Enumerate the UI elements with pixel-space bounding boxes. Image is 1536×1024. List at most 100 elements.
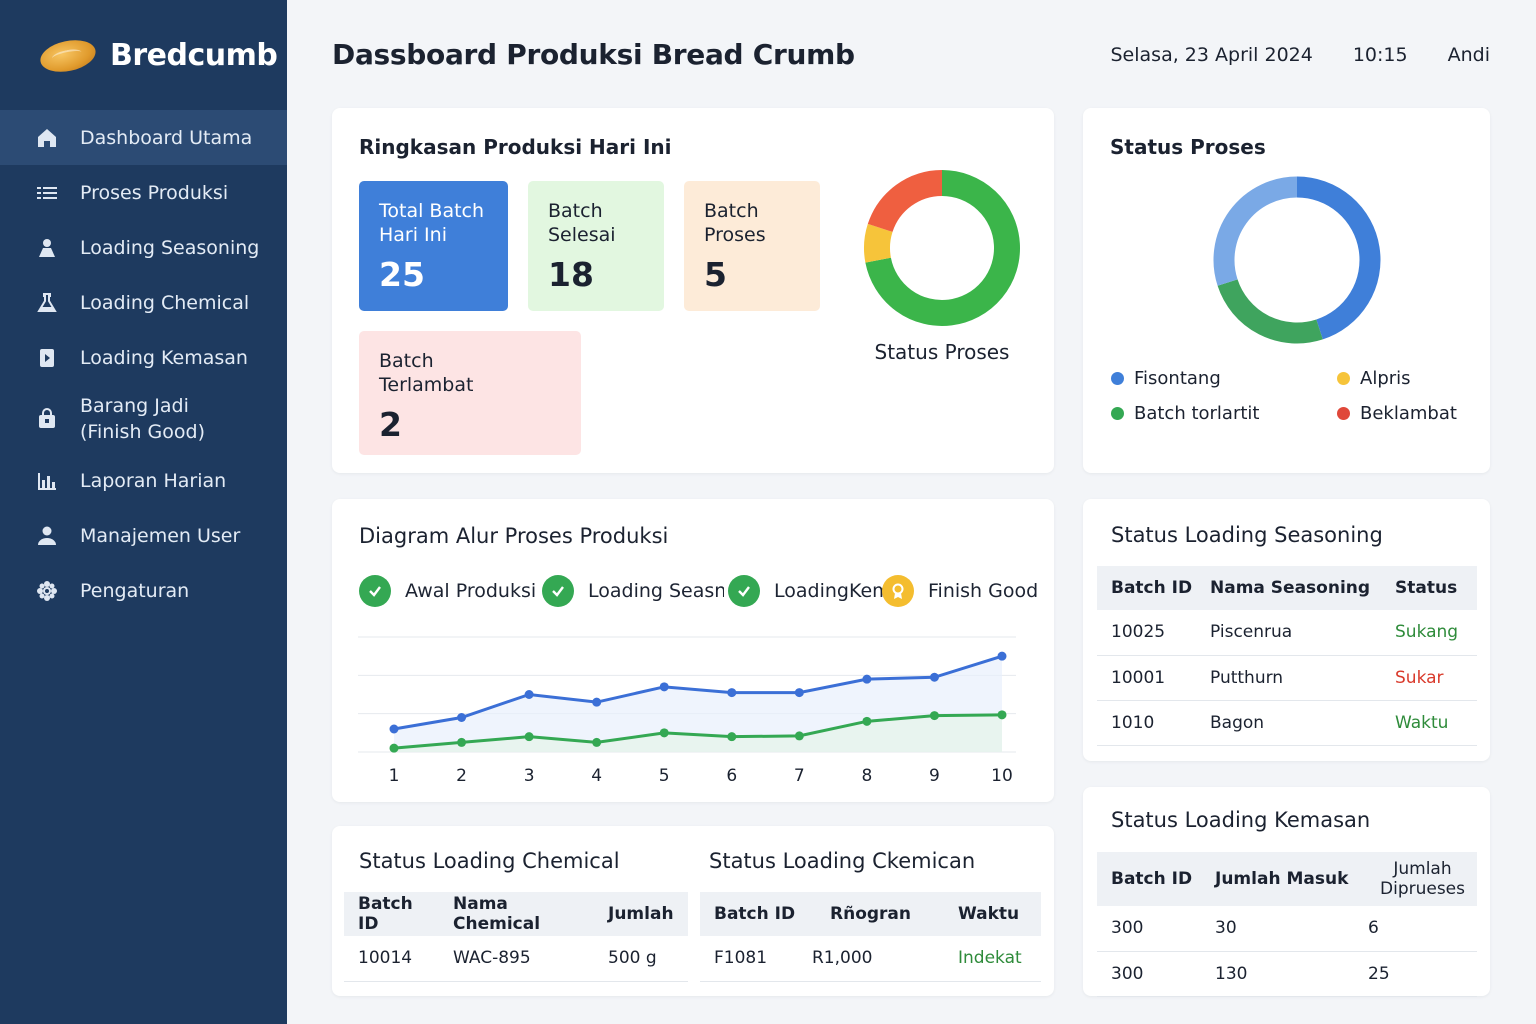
- status-proses-donut-segment-1[interactable]: [1296, 176, 1381, 340]
- sidebar-item-label: Barang Jadi (Finish Good): [80, 395, 205, 443]
- table-row[interactable]: 10001 Putthurn Sukar: [1097, 655, 1477, 701]
- legend-item: Batch torlartit: [1111, 403, 1259, 424]
- user-icon: [34, 523, 60, 549]
- data-point-series-2-x2[interactable]: [457, 737, 467, 747]
- tile-batch-selesai[interactable]: Batch Selesai 18: [528, 181, 664, 311]
- cell-batch-id: F1081: [700, 936, 798, 982]
- data-point-series-2-x9[interactable]: [929, 711, 939, 721]
- check-circle-icon: [359, 575, 391, 607]
- tile-total-batch[interactable]: Total Batch Hari Ini 25: [359, 181, 508, 311]
- chemical-table: Batch ID Nama Chemical Jumlah 10014 WAC-…: [344, 892, 688, 982]
- data-point-series-1-x3[interactable]: [524, 690, 534, 699]
- cell-jumlah-masuk: 30: [1201, 906, 1354, 952]
- x-tick-label: 5: [659, 766, 670, 786]
- seasoning-table: Batch ID Nama Seasoning Status 10025 Pis…: [1097, 566, 1477, 746]
- bag-icon: [34, 406, 60, 432]
- check-circle-icon: [542, 575, 574, 607]
- ckemican-table: Batch ID Rñogran Waktu F1081 R1,000 Inde…: [700, 892, 1041, 982]
- table-row[interactable]: 10014 WAC-895 500 g: [344, 936, 688, 982]
- data-point-series-1-x9[interactable]: [929, 672, 939, 682]
- cell-jumlah-diproses: 6: [1354, 906, 1477, 952]
- column-header[interactable]: Rñogran: [798, 892, 944, 936]
- data-point-series-2-x6[interactable]: [727, 732, 737, 742]
- table-row[interactable]: 300 30 6: [1097, 906, 1477, 952]
- cell-batch-id: 10001: [1097, 655, 1196, 701]
- data-point-series-2-x1[interactable]: [389, 743, 399, 753]
- legend-dot-icon: [1111, 407, 1124, 420]
- data-point-series-1-x4[interactable]: [592, 697, 602, 707]
- data-point-series-2-x5[interactable]: [659, 728, 669, 738]
- sidebar-item-label: Loading Chemical: [80, 291, 250, 314]
- flow-step-loading-kemasan[interactable]: LoadingKeme: [728, 575, 888, 607]
- sidebar-item-laporan-harian[interactable]: Laporan Harian: [0, 453, 287, 508]
- cell-qty: 500 g: [594, 936, 688, 982]
- sidebar-item-pengaturan[interactable]: Pengaturan: [0, 563, 287, 618]
- status-badge: Waktu: [1381, 700, 1477, 746]
- sidebar-item-barang-jadi[interactable]: Barang Jadi (Finish Good): [0, 385, 287, 453]
- column-header[interactable]: Jumlah Masuk: [1201, 852, 1354, 906]
- legend-dot-icon: [1337, 372, 1350, 385]
- column-header[interactable]: Jumlah: [594, 892, 688, 936]
- column-header[interactable]: Batch ID: [1097, 566, 1196, 610]
- data-point-series-2-x8[interactable]: [862, 716, 872, 726]
- column-header[interactable]: Nama Chemical: [439, 892, 594, 936]
- column-header[interactable]: Nama Seasoning: [1196, 566, 1381, 610]
- home-icon: [34, 125, 60, 151]
- data-point-series-2-x10[interactable]: [997, 710, 1007, 720]
- column-header[interactable]: Status: [1381, 566, 1477, 610]
- sidebar-item-manajemen-user[interactable]: Manajemen User: [0, 508, 287, 563]
- brand[interactable]: Bredcumb: [0, 0, 287, 110]
- data-point-series-1-x6[interactable]: [727, 688, 737, 698]
- cell-jumlah-masuk: 130: [1201, 951, 1354, 997]
- table-row[interactable]: F1081 R1,000 Indekat: [700, 936, 1041, 982]
- flow-step-loading-seasoning[interactable]: Loading Seasni: [542, 575, 724, 607]
- table-row[interactable]: 10025 Piscenrua Sukang: [1097, 610, 1477, 656]
- status-badge: Sukar: [1381, 655, 1477, 701]
- status-proses-donut-segment-3[interactable]: [1213, 176, 1298, 286]
- data-point-series-1-x5[interactable]: [659, 682, 669, 692]
- sidebar-item-loading-chemical[interactable]: Loading Chemical: [0, 275, 287, 330]
- production-line-chart: 1 2 3 4 5 6 7 8 9 10: [358, 636, 1016, 786]
- header-user[interactable]: Andi: [1448, 44, 1490, 66]
- tile-batch-terlambat[interactable]: Batch Terlambat 2: [359, 331, 581, 455]
- data-point-series-1-x2[interactable]: [457, 713, 467, 722]
- x-tick-label: 2: [456, 766, 467, 786]
- column-header[interactable]: Waktu: [944, 892, 1041, 936]
- tile-label: Batch Terlambat: [379, 350, 474, 396]
- column-header[interactable]: Jumlah Dipruesеs: [1354, 852, 1477, 906]
- table-row[interactable]: 1010 Bagon Waktu: [1097, 700, 1477, 746]
- x-tick-label: 9: [929, 766, 940, 786]
- column-header[interactable]: Batch ID: [700, 892, 798, 936]
- chemical-title: Status Loading Chemical: [359, 849, 620, 873]
- cell-value: R1,000: [798, 936, 944, 982]
- status-donut-segment-2[interactable]: [864, 223, 893, 263]
- legend-label: Beklambat: [1360, 403, 1457, 424]
- tile-batch-proses[interactable]: Batch Proses 5: [684, 181, 820, 311]
- data-point-series-1-x8[interactable]: [862, 674, 872, 684]
- data-point-series-1-x10[interactable]: [997, 651, 1007, 661]
- status-proses-donut-segment-2[interactable]: [1217, 278, 1323, 344]
- flow-step-finish-good[interactable]: Finish Good: [882, 575, 1042, 607]
- legend-label: Batch torlartit: [1134, 403, 1260, 424]
- flow-step-awal-produksi[interactable]: Awal Produksi: [359, 575, 537, 607]
- data-point-series-2-x7[interactable]: [794, 731, 804, 741]
- sidebar-item-loading-seasoning[interactable]: Loading Seasoning: [0, 220, 287, 275]
- status-donut-segment-3[interactable]: [867, 170, 943, 233]
- column-header[interactable]: Batch ID: [1097, 852, 1201, 906]
- header-time: 10:15: [1352, 44, 1408, 66]
- brand-name: Bredcumb: [110, 37, 278, 73]
- cell-batch-id: 300: [1097, 951, 1201, 997]
- sidebar-item-dashboard[interactable]: Dashboard Utama: [0, 110, 287, 165]
- sidebar-item-loading-kemasan[interactable]: Loading Kemasan: [0, 330, 287, 385]
- sidebar-item-label: Loading Kemasan: [80, 346, 248, 369]
- table-row[interactable]: 300 130 25: [1097, 951, 1477, 997]
- data-point-series-1-x7[interactable]: [794, 688, 804, 698]
- sidebar-item-proses-produksi[interactable]: Proses Produksi: [0, 165, 287, 220]
- column-header[interactable]: Batch ID: [344, 892, 439, 936]
- data-point-series-2-x4[interactable]: [592, 737, 602, 747]
- x-tick-label: 10: [991, 766, 1013, 786]
- data-point-series-2-x3[interactable]: [524, 732, 534, 742]
- summary-card: Ringkasan Produksi Hari Ini Total Batch …: [332, 108, 1054, 473]
- data-point-series-1-x1[interactable]: [389, 724, 399, 734]
- x-tick-label: 7: [794, 766, 805, 786]
